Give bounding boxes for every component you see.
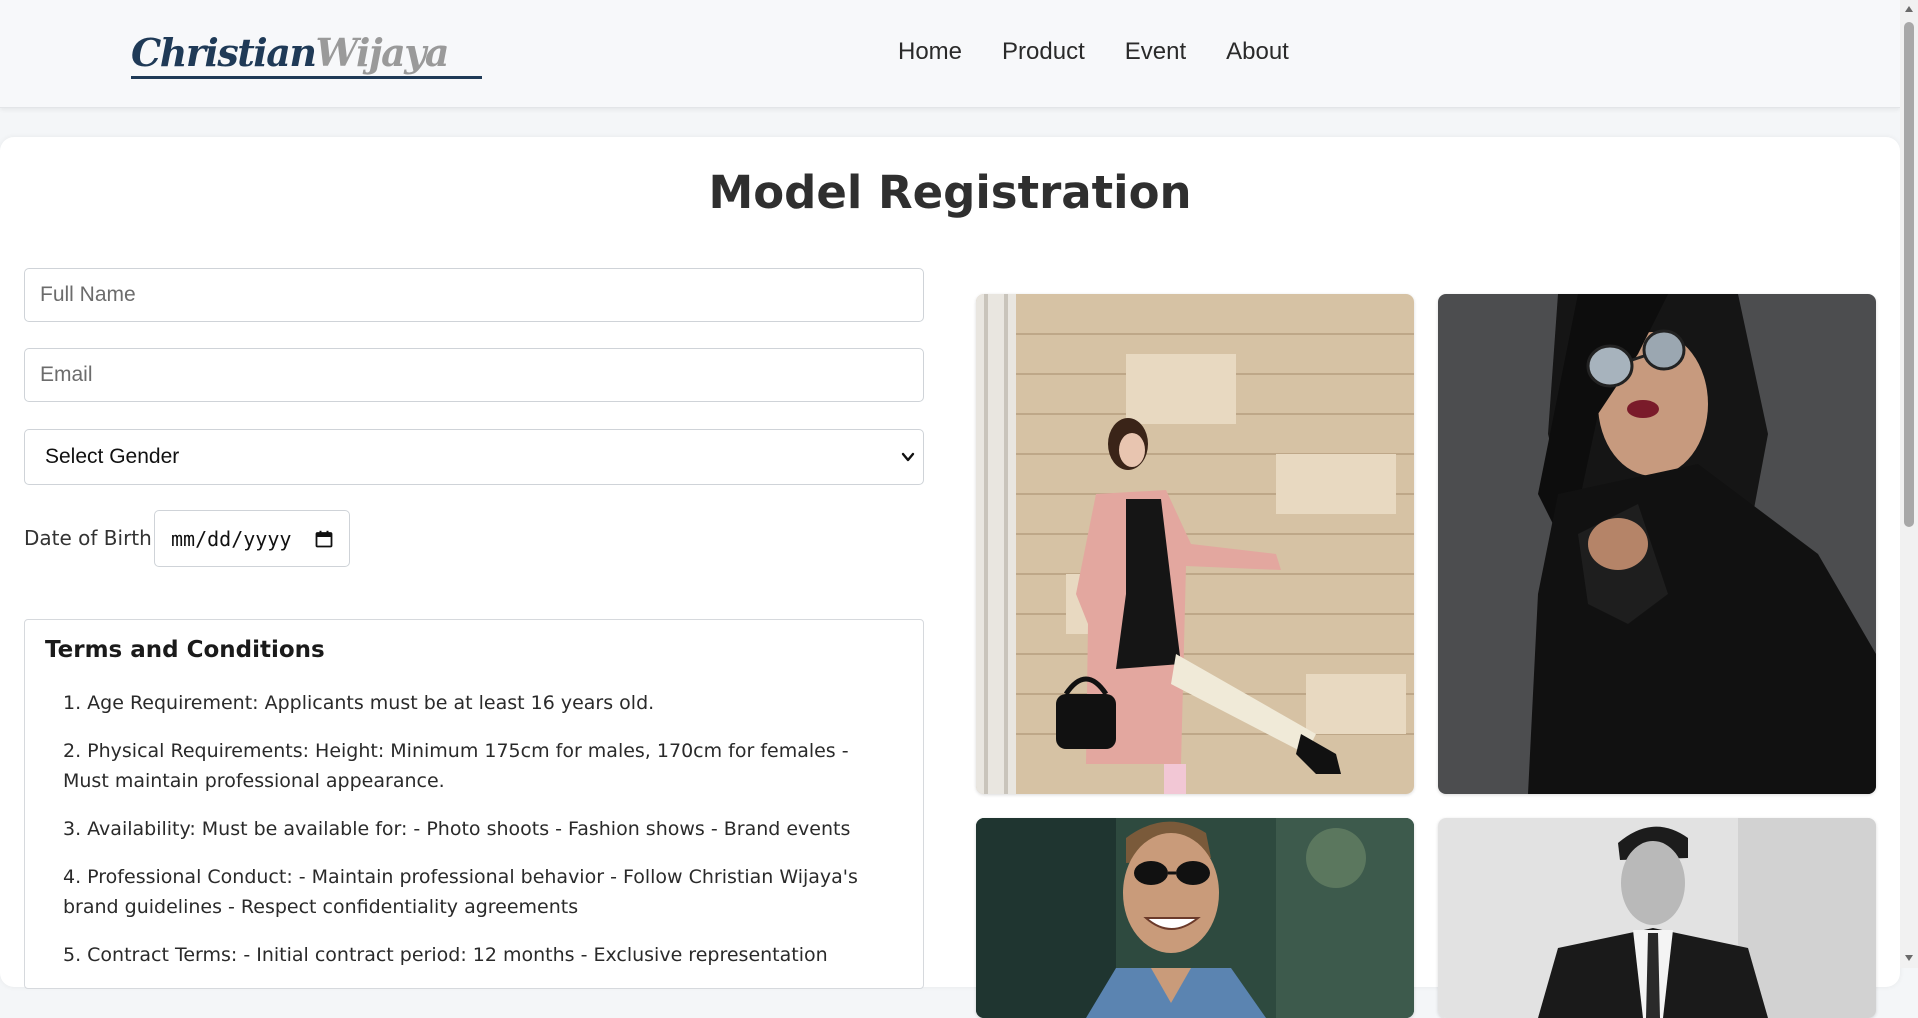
term-item: 1. Age Requirement: Applicants must be a… bbox=[63, 692, 655, 714]
terms-title: Terms and Conditions bbox=[45, 637, 325, 663]
nav-link-about[interactable]: About bbox=[1226, 38, 1289, 66]
gender-select-value: Select Gender bbox=[45, 445, 180, 468]
gender-select[interactable]: Select Gender bbox=[24, 429, 924, 485]
term-item: 4. Professional Conduct: - Maintain prof… bbox=[63, 866, 858, 918]
nav-links: Home Product Event About bbox=[898, 38, 1289, 66]
brand-logo-first: Christian bbox=[131, 30, 317, 75]
nav-link-product[interactable]: Product bbox=[1002, 38, 1085, 66]
dob-label: Date of Birth bbox=[24, 526, 152, 550]
model-photo-suit-man bbox=[1438, 818, 1876, 1018]
scroll-up-arrow-icon[interactable] bbox=[1905, 6, 1913, 12]
term-item: 2. Physical Requirements: Height: Minimu… bbox=[63, 740, 849, 792]
term-item: 5. Contract Terms: - Initial contract pe… bbox=[63, 944, 828, 966]
model-photo-sunglasses-image bbox=[1438, 294, 1876, 794]
model-photo-pink-coat-image bbox=[976, 294, 1414, 794]
brand-logo-last: Wijaya bbox=[315, 30, 449, 75]
term-item: 3. Availability: Must be available for: … bbox=[63, 818, 851, 840]
navbar: ChristianWijaya Home Product Event About bbox=[0, 0, 1900, 108]
terms-list: 1. Age Requirement: Applicants must be a… bbox=[63, 688, 883, 988]
chevron-down-icon bbox=[901, 452, 915, 462]
email-input[interactable] bbox=[24, 348, 924, 402]
model-photo-smiling-man bbox=[976, 818, 1414, 1018]
model-photo-suit-man-image bbox=[1438, 818, 1876, 1018]
terms-box[interactable]: Terms and Conditions 1. Age Requirement:… bbox=[24, 619, 924, 989]
scroll-thumb[interactable] bbox=[1904, 22, 1914, 527]
brand-logo[interactable]: ChristianWijaya bbox=[131, 30, 482, 79]
model-photo-smiling-man-image bbox=[976, 818, 1414, 1018]
nav-link-home[interactable]: Home bbox=[898, 38, 962, 66]
model-photo-sunglasses bbox=[1438, 294, 1876, 794]
calendar-icon[interactable] bbox=[315, 530, 333, 548]
model-photo-pink-coat bbox=[976, 294, 1414, 794]
scroll-down-arrow-icon[interactable] bbox=[1905, 955, 1913, 961]
full-name-input[interactable] bbox=[24, 268, 924, 322]
page-title: Model Registration bbox=[708, 166, 1192, 219]
vertical-scrollbar[interactable] bbox=[1900, 0, 1918, 968]
nav-link-event[interactable]: Event bbox=[1125, 38, 1186, 66]
dob-placeholder: mm/dd/yyyy bbox=[171, 526, 292, 551]
dob-input[interactable]: mm/dd/yyyy bbox=[154, 510, 350, 567]
